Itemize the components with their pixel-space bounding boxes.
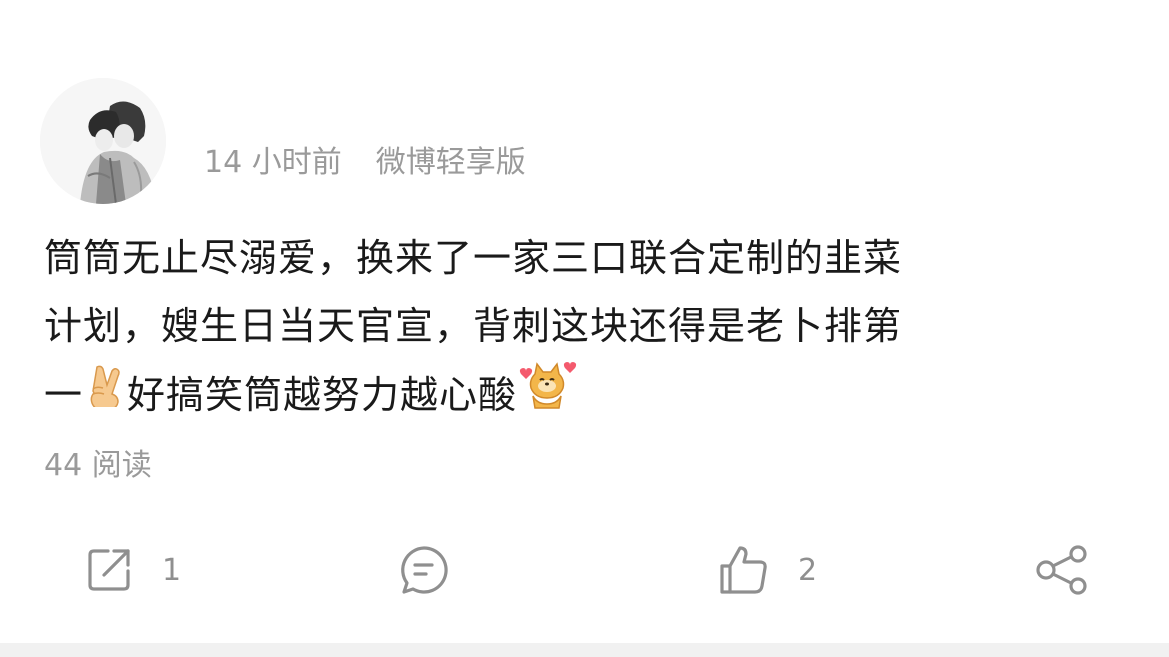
repost-button[interactable]: 1 bbox=[84, 542, 181, 598]
like-count: 2 bbox=[798, 552, 818, 588]
comment-button[interactable] bbox=[398, 542, 450, 598]
post-content: 筒筒无止尽溺爱，换来了一家三口联合定制的韭菜 计划，嫂生日当天官宣，背刺这块还得… bbox=[44, 224, 1124, 428]
content-line-2: 计划，嫂生日当天官宣，背刺这块还得是老卜排第 bbox=[44, 304, 903, 348]
share-button[interactable] bbox=[1034, 542, 1090, 598]
post-source[interactable]: 微博轻享版 bbox=[376, 137, 526, 181]
dog-hearts-emoji bbox=[517, 356, 577, 431]
content-line-3-start: 一 bbox=[44, 373, 84, 417]
post-meta: 14 小时前 微博轻享版 bbox=[204, 138, 526, 180]
victory-hand-emoji bbox=[83, 360, 127, 428]
avatar[interactable] bbox=[40, 78, 166, 204]
repost-icon bbox=[84, 545, 134, 595]
bottom-divider bbox=[0, 643, 1169, 657]
comment-icon bbox=[398, 544, 450, 596]
read-count: 44 阅读 bbox=[44, 448, 152, 483]
share-icon bbox=[1034, 544, 1090, 596]
post-time: 14 小时前 bbox=[204, 145, 342, 180]
content-line-3: 一 好搞笑筒越努力越心酸 bbox=[44, 360, 1124, 428]
content-line-1: 筒筒无止尽溺爱，换来了一家三口联合定制的韭菜 bbox=[44, 236, 903, 280]
like-button[interactable]: 2 bbox=[718, 542, 817, 598]
repost-count: 1 bbox=[162, 552, 182, 588]
content-line-3-text: 好搞笑筒越努力越心酸 bbox=[127, 373, 518, 417]
like-icon bbox=[718, 544, 770, 596]
weibo-post-card: 14 小时前 微博轻享版 筒筒无止尽溺爱，换来了一家三口联合定制的韭菜 计划，嫂… bbox=[0, 0, 1169, 657]
